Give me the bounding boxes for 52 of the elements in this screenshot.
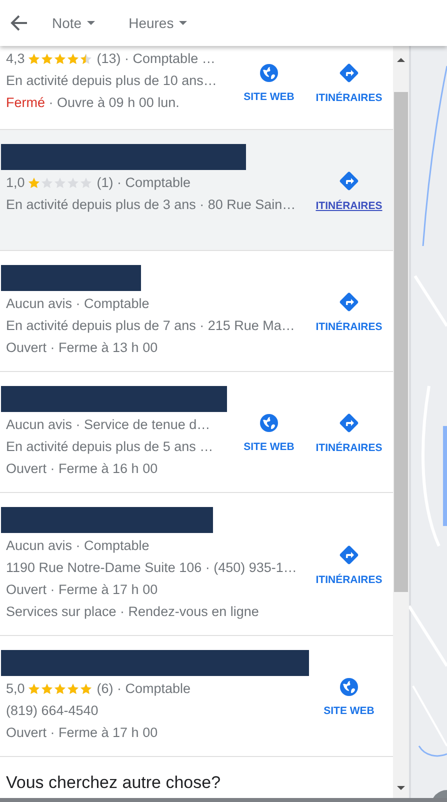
caret-icon bbox=[86, 21, 95, 25]
directions-button[interactable]: ITINÉRAIRES bbox=[309, 412, 389, 454]
listing-detail: Services sur place · Rendez-vous en ligne bbox=[6, 603, 259, 621]
star-icon bbox=[54, 53, 66, 65]
scrollbar[interactable] bbox=[393, 46, 409, 798]
listing-detail: 1190 Rue Notre-Dame Suite 106 · (450) 935-1… bbox=[6, 559, 297, 577]
website-button[interactable]: SITE WEB bbox=[309, 677, 389, 717]
star-icon bbox=[40, 683, 53, 695]
listing-detail: En activité depuis plus de 5 ans … bbox=[6, 438, 214, 456]
business-hours: Ouvert · Ferme à 17 h 00 bbox=[6, 724, 158, 742]
listing-detail: (819) 664-4540 bbox=[6, 702, 98, 720]
rating-value: 1,0 bbox=[6, 174, 25, 192]
rating-value: 4,3 bbox=[6, 50, 25, 68]
globe-icon bbox=[339, 677, 359, 697]
directions-button[interactable]: ITINÉRAIRES bbox=[309, 291, 389, 333]
rating-value: 5,0 bbox=[6, 680, 25, 698]
star-icon bbox=[54, 683, 66, 695]
business-hours: Ouvert · Ferme à 16 h 00 bbox=[6, 460, 158, 478]
star-icon bbox=[28, 683, 40, 695]
star-icon bbox=[40, 53, 53, 65]
business-hours: Fermé · Ouvre à 09 h 00 lun. bbox=[6, 94, 180, 112]
star-icon bbox=[40, 177, 53, 189]
filter-dropdown[interactable]: Heures bbox=[118, 11, 197, 35]
directions-button[interactable]: ITINÉRAIRES bbox=[309, 170, 389, 212]
star-icon bbox=[66, 53, 79, 65]
listing-detail: Aucun avis · Service de tenue d… bbox=[6, 416, 210, 434]
star-icon bbox=[80, 683, 92, 695]
website-button[interactable]: SITE WEB bbox=[229, 413, 309, 453]
review-info: (6) · Comptable bbox=[96, 680, 191, 698]
star-icon bbox=[66, 683, 79, 695]
review-info: (1) · Comptable bbox=[96, 174, 191, 192]
more-prompt: Vous cherchez autre chose? bbox=[5, 772, 222, 793]
listing-detail: En activité depuis plus de 10 ans… bbox=[6, 72, 217, 90]
filter-dropdown[interactable]: Note bbox=[42, 11, 105, 35]
back-arrow-icon[interactable] bbox=[10, 14, 28, 32]
globe-icon bbox=[259, 413, 279, 433]
listing-detail: En activité depuis plus de 3 ans · 80 Rue Sain… bbox=[6, 196, 296, 214]
listing-card[interactable]: 1,0 (1) · Comptable En activité depuis plus de 3 ans · 80 Rue Sain… ITINÉRAIRES bbox=[0, 130, 393, 251]
globe-icon bbox=[259, 62, 279, 82]
directions-button[interactable]: ITINÉRAIRES bbox=[309, 62, 389, 104]
review-info: (13) · Comptable … bbox=[96, 50, 216, 68]
listing-detail: Aucun avis · Comptable bbox=[6, 295, 150, 313]
listing-detail: En activité depuis plus de 7 ans · 215 Rue Ma… bbox=[6, 317, 295, 335]
directions-button[interactable]: ITINÉRAIRES bbox=[309, 544, 389, 586]
listing-detail: Aucun avis · Comptable bbox=[6, 537, 150, 555]
business-hours: Ouvert · Ferme à 17 h 00 bbox=[6, 581, 158, 599]
caret-icon bbox=[178, 21, 187, 25]
star-icon bbox=[28, 53, 40, 65]
star-icon bbox=[28, 177, 40, 189]
business-hours: Ouvert · Ferme à 13 h 00 bbox=[6, 339, 158, 357]
star-icon bbox=[80, 53, 92, 65]
website-button[interactable]: SITE WEB bbox=[229, 62, 309, 102]
